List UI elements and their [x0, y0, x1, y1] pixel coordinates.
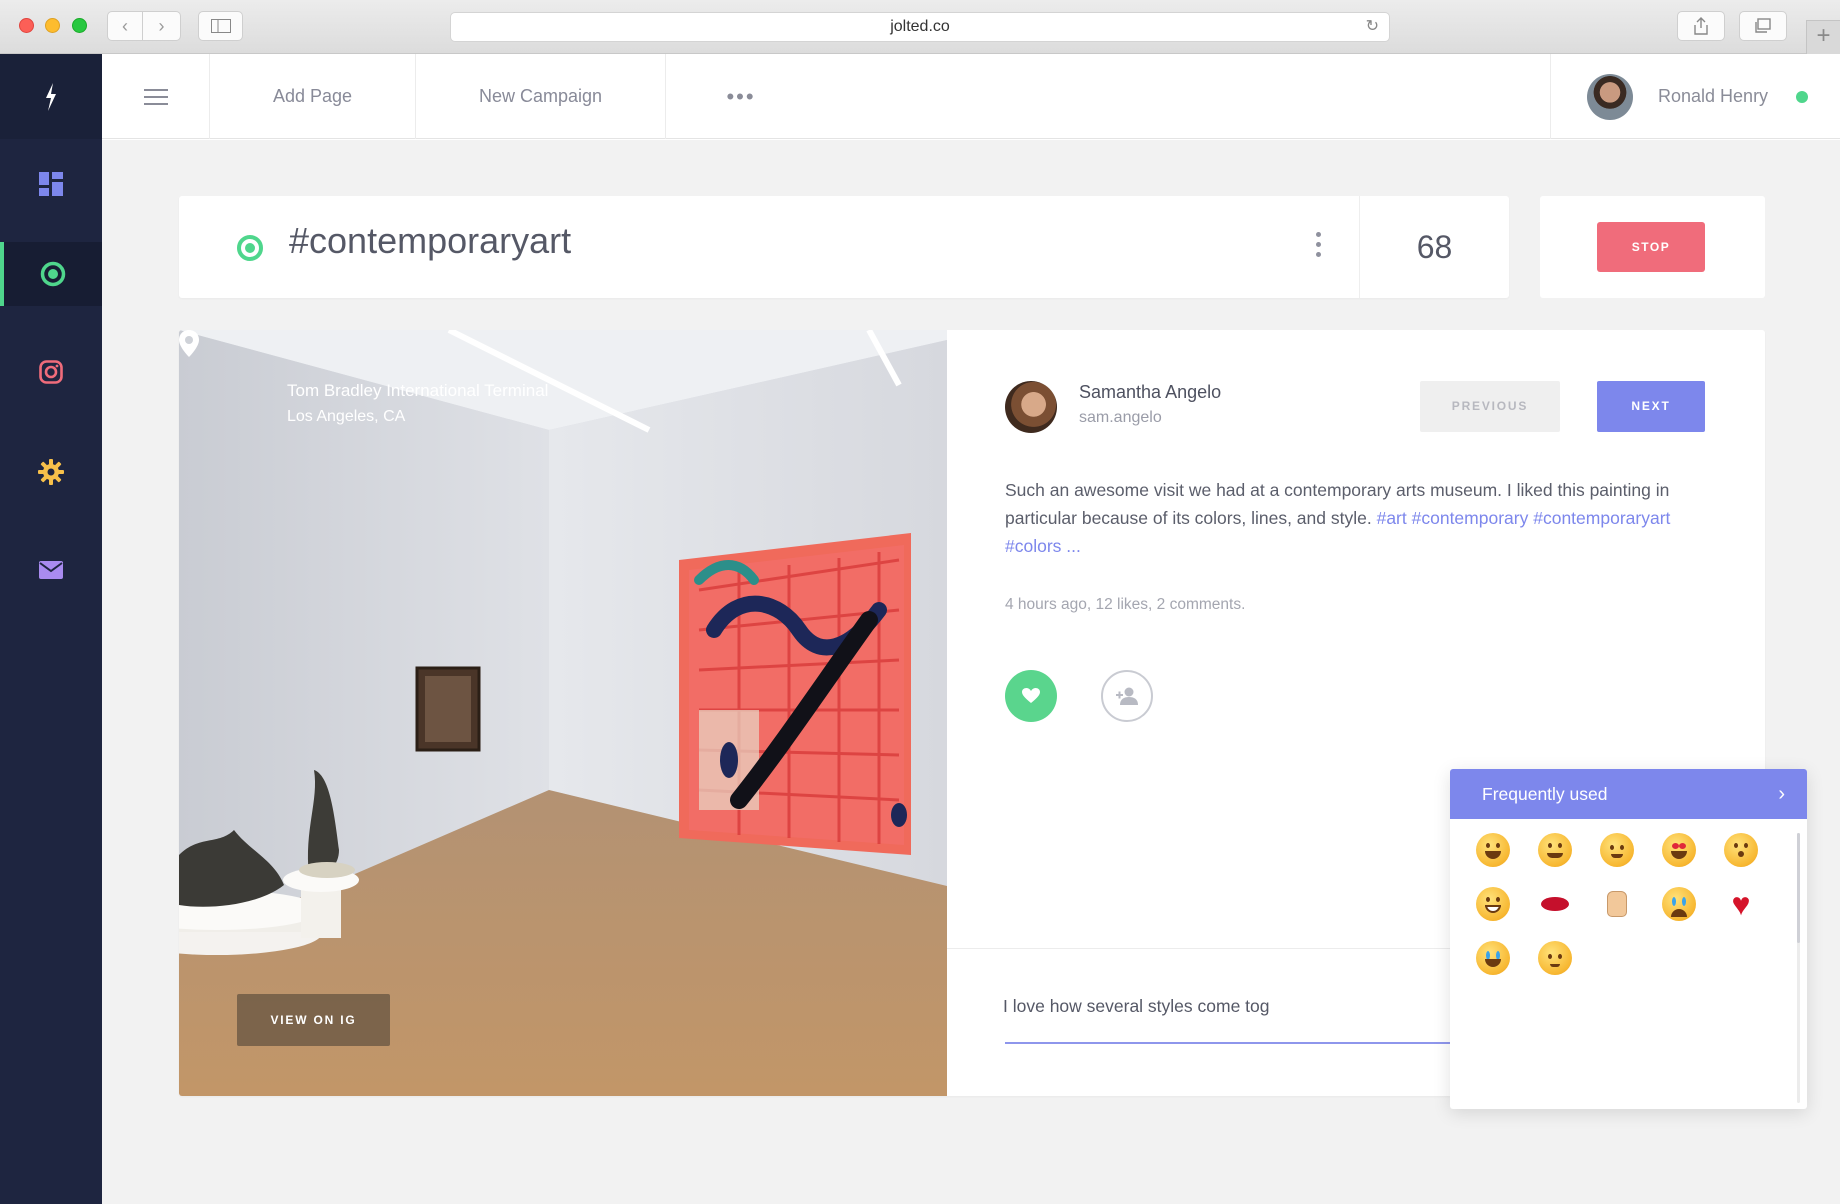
grinning-emoji[interactable]	[1476, 833, 1510, 867]
app-topbar: Add Page New Campaign ••• Ronald Henry	[102, 54, 1840, 139]
emoji-grid: ♥	[1466, 833, 1776, 975]
post-photo: Tom Bradley International Terminal Los A…	[179, 330, 947, 1096]
sidebar-icon	[210, 19, 231, 33]
tabs-icon	[1755, 18, 1771, 33]
dashboard-grid-icon	[39, 172, 63, 196]
new-tab-icon: +	[1816, 22, 1831, 49]
menu-button[interactable]	[102, 54, 210, 139]
sidebar-item-dashboard[interactable]	[0, 152, 102, 216]
post-count: 68	[1359, 196, 1509, 298]
hamburger-icon	[143, 88, 168, 105]
red-heart-emoji[interactable]: ♥	[1724, 887, 1758, 921]
brand-logo[interactable]	[0, 54, 102, 139]
sidebar-item-settings[interactable]	[0, 440, 102, 504]
thumbs-up-emoji[interactable]	[1600, 887, 1634, 921]
location-city: Los Angeles, CA	[287, 408, 406, 425]
emoji-picker-header[interactable]: Frequently used ›	[1450, 769, 1807, 819]
stop-card: STOP	[1540, 196, 1765, 298]
zoom-window-button[interactable]	[72, 18, 87, 33]
new-tab-button[interactable]: +	[1806, 20, 1840, 54]
share-icon	[1694, 17, 1708, 35]
gear-icon	[38, 459, 64, 485]
forward-button[interactable]: ›	[143, 11, 181, 41]
minimize-window-button[interactable]	[45, 18, 60, 33]
like-button[interactable]	[1005, 670, 1057, 722]
crying-emoji[interactable]	[1662, 887, 1696, 921]
active-status-icon	[237, 235, 263, 261]
author-name[interactable]: Samantha Angelo	[1079, 382, 1221, 403]
relaxed-emoji[interactable]	[1600, 833, 1634, 867]
kissing-heart-emoji[interactable]	[1724, 833, 1758, 867]
joy-emoji[interactable]	[1476, 941, 1510, 975]
add-page-button[interactable]: Add Page	[210, 54, 416, 139]
author-avatar[interactable]	[1005, 381, 1057, 433]
follow-user-button[interactable]	[1101, 670, 1153, 722]
previous-button[interactable]: PREVIOUS	[1420, 381, 1560, 432]
reload-icon[interactable]: ↻	[1366, 13, 1379, 41]
gallery-photo-illustration	[179, 330, 947, 1096]
post-meta: 4 hours ago, 12 likes, 2 comments.	[1005, 596, 1246, 613]
campaign-hashtag-card: #contemporaryart 68	[179, 196, 1509, 298]
sidebar-item-campaigns[interactable]	[0, 242, 102, 306]
hashtag-link[interactable]: #art	[1377, 508, 1407, 528]
target-icon	[40, 261, 66, 287]
next-button[interactable]: NEXT	[1597, 381, 1705, 432]
author-handle: sam.angelo	[1079, 409, 1162, 426]
location-pin-icon	[179, 330, 199, 357]
share-button[interactable]	[1677, 11, 1725, 41]
back-icon: ‹	[122, 15, 128, 36]
hashtag-link[interactable]: #contemporaryart	[1533, 508, 1670, 528]
forward-icon: ›	[158, 15, 165, 36]
add-user-icon	[1116, 687, 1138, 705]
kebab-menu-icon[interactable]	[1316, 232, 1322, 262]
lightning-bolt-icon	[46, 82, 56, 111]
hashtag-link[interactable]: #colors ...	[1005, 536, 1081, 556]
pensive-emoji[interactable]	[1538, 941, 1572, 975]
location-name: Tom Bradley International Terminal	[287, 381, 549, 400]
close-window-button[interactable]	[19, 18, 34, 33]
mail-icon	[39, 561, 63, 579]
app-sidebar	[0, 54, 102, 1204]
heart-eyes-emoji[interactable]	[1662, 833, 1696, 867]
hashtag-link[interactable]: #contemporary	[1412, 508, 1529, 528]
url-text: jolted.co	[890, 18, 950, 35]
address-bar[interactable]: jolted.co ↻	[450, 12, 1390, 42]
emoji-picker: Frequently used › ♥	[1450, 769, 1807, 1109]
campaign-hashtag: #contemporaryart	[289, 220, 572, 261]
view-on-ig-button[interactable]: VIEW ON IG	[237, 994, 390, 1046]
chevron-right-icon[interactable]: ›	[1778, 769, 1785, 819]
user-menu[interactable]: Ronald Henry	[1550, 54, 1840, 139]
sidebar-toggle-button[interactable]	[198, 11, 243, 41]
sidebar-item-mail[interactable]	[0, 538, 102, 602]
comment-input[interactable]: I love how several styles come tog	[1003, 996, 1270, 1017]
sidebar-item-instagram[interactable]	[0, 340, 102, 404]
back-button[interactable]: ‹	[107, 11, 143, 41]
instagram-icon	[39, 360, 63, 384]
more-options-button[interactable]: •••	[666, 54, 816, 139]
emoji-picker-scrollbar[interactable]	[1797, 833, 1800, 1103]
post-caption: Such an awesome visit we had at a contem…	[1005, 476, 1705, 560]
stop-button[interactable]: STOP	[1597, 222, 1705, 272]
browser-chrome: ‹ › jolted.co ↻ +	[0, 0, 1840, 54]
heart-icon	[1022, 688, 1040, 703]
emoji-picker-title: Frequently used	[1482, 784, 1608, 804]
user-name: Ronald Henry	[1658, 86, 1769, 106]
user-avatar	[1587, 73, 1633, 120]
show-tabs-button[interactable]	[1739, 11, 1787, 41]
kiss-lips-emoji[interactable]	[1538, 887, 1572, 921]
online-status-indicator	[1796, 90, 1809, 103]
grin-emoji[interactable]	[1476, 887, 1510, 921]
smiling-emoji[interactable]	[1538, 833, 1572, 867]
main-content: #contemporaryart 68 STOP Tom Bradley Int…	[102, 140, 1840, 1204]
new-campaign-button[interactable]: New Campaign	[416, 54, 666, 139]
